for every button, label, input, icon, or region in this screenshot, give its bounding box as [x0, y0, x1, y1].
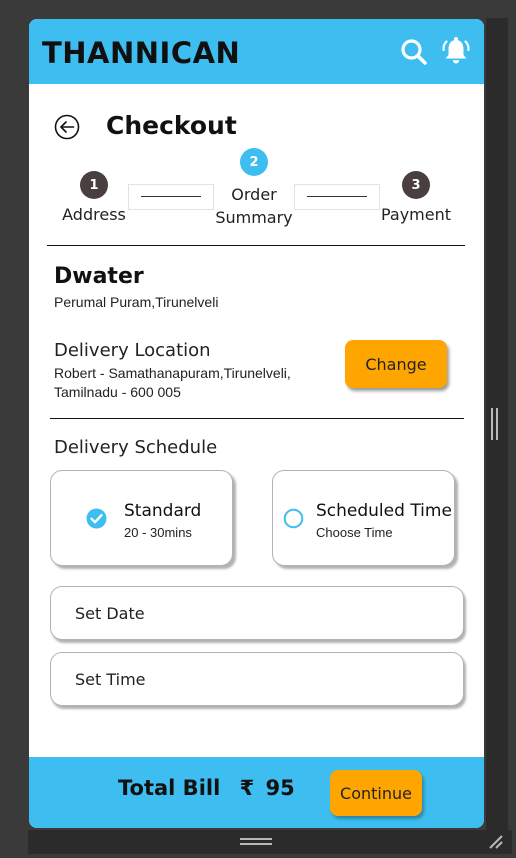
option-title: Scheduled Time	[316, 501, 452, 521]
option-subtitle: 20 - 30mins	[124, 525, 192, 540]
check-circle-icon	[86, 508, 107, 529]
delivery-address-line-1: Robert - Samathanapuram,Tirunelveli,	[54, 365, 291, 381]
standard-delivery-option[interactable]: Standard 20 - 30mins	[50, 470, 233, 566]
bell-ringing-icon[interactable]	[440, 35, 472, 67]
resize-handle-icon[interactable]	[484, 830, 506, 852]
app-logo-text: THANNICAN	[42, 36, 241, 70]
app-header: THANNICAN	[29, 19, 484, 84]
page-title: Checkout	[106, 111, 237, 140]
change-location-button[interactable]: Change	[345, 340, 447, 388]
vendor-address: Perumal Puram,Tirunelveli	[54, 294, 219, 310]
set-time-field[interactable]: Set Time	[50, 652, 464, 706]
delivery-schedule-label: Delivery Schedule	[54, 437, 218, 458]
scheduled-time-option[interactable]: Scheduled Time Choose Time	[272, 470, 455, 566]
radio-unchecked-icon	[283, 508, 304, 529]
step-3-label[interactable]: Payment	[376, 203, 456, 226]
step-1-label[interactable]: Address	[54, 203, 134, 226]
total-bill: Total Bill ₹ 95	[118, 776, 295, 800]
scrollbar-grip[interactable]	[491, 408, 499, 440]
set-date-label: Set Date	[75, 604, 145, 623]
step-1-badge[interactable]: 1	[80, 171, 108, 199]
total-amount: 95	[265, 776, 295, 800]
back-arrow-icon[interactable]	[54, 114, 80, 140]
delivery-address: Robert - Samathanapuram,Tirunelveli, Tam…	[54, 364, 324, 402]
option-subtitle: Choose Time	[316, 525, 393, 540]
option-title: Standard	[124, 501, 202, 521]
search-icon[interactable]	[400, 38, 428, 66]
set-date-field[interactable]: Set Date	[50, 586, 464, 640]
checkout-footer: Total Bill ₹ 95 Continue	[29, 757, 484, 828]
step-2-badge[interactable]: 2	[240, 148, 268, 176]
step-connector	[294, 184, 380, 210]
continue-button[interactable]: Continue	[330, 770, 422, 816]
divider	[50, 418, 464, 419]
mobile-screen: THANNICAN Checkout 1 Address 2 Order Sum…	[29, 19, 484, 828]
vendor-name: Dwater	[54, 264, 144, 289]
bottom-scrollbar-grip[interactable]	[240, 838, 272, 846]
step-2-label[interactable]: Order Summary	[209, 183, 299, 229]
total-bill-label: Total Bill	[118, 776, 221, 800]
currency-symbol: ₹	[239, 776, 255, 800]
step-3-badge[interactable]: 3	[402, 171, 430, 199]
step-connector	[128, 184, 214, 210]
step-2-label-line-2: Summary	[215, 208, 293, 227]
divider	[47, 245, 465, 246]
delivery-location-label: Delivery Location	[54, 340, 211, 361]
step-2-label-line-1: Order	[231, 185, 277, 204]
delivery-address-line-2: Tamilnadu - 600 005	[54, 384, 181, 400]
set-time-label: Set Time	[75, 670, 146, 689]
